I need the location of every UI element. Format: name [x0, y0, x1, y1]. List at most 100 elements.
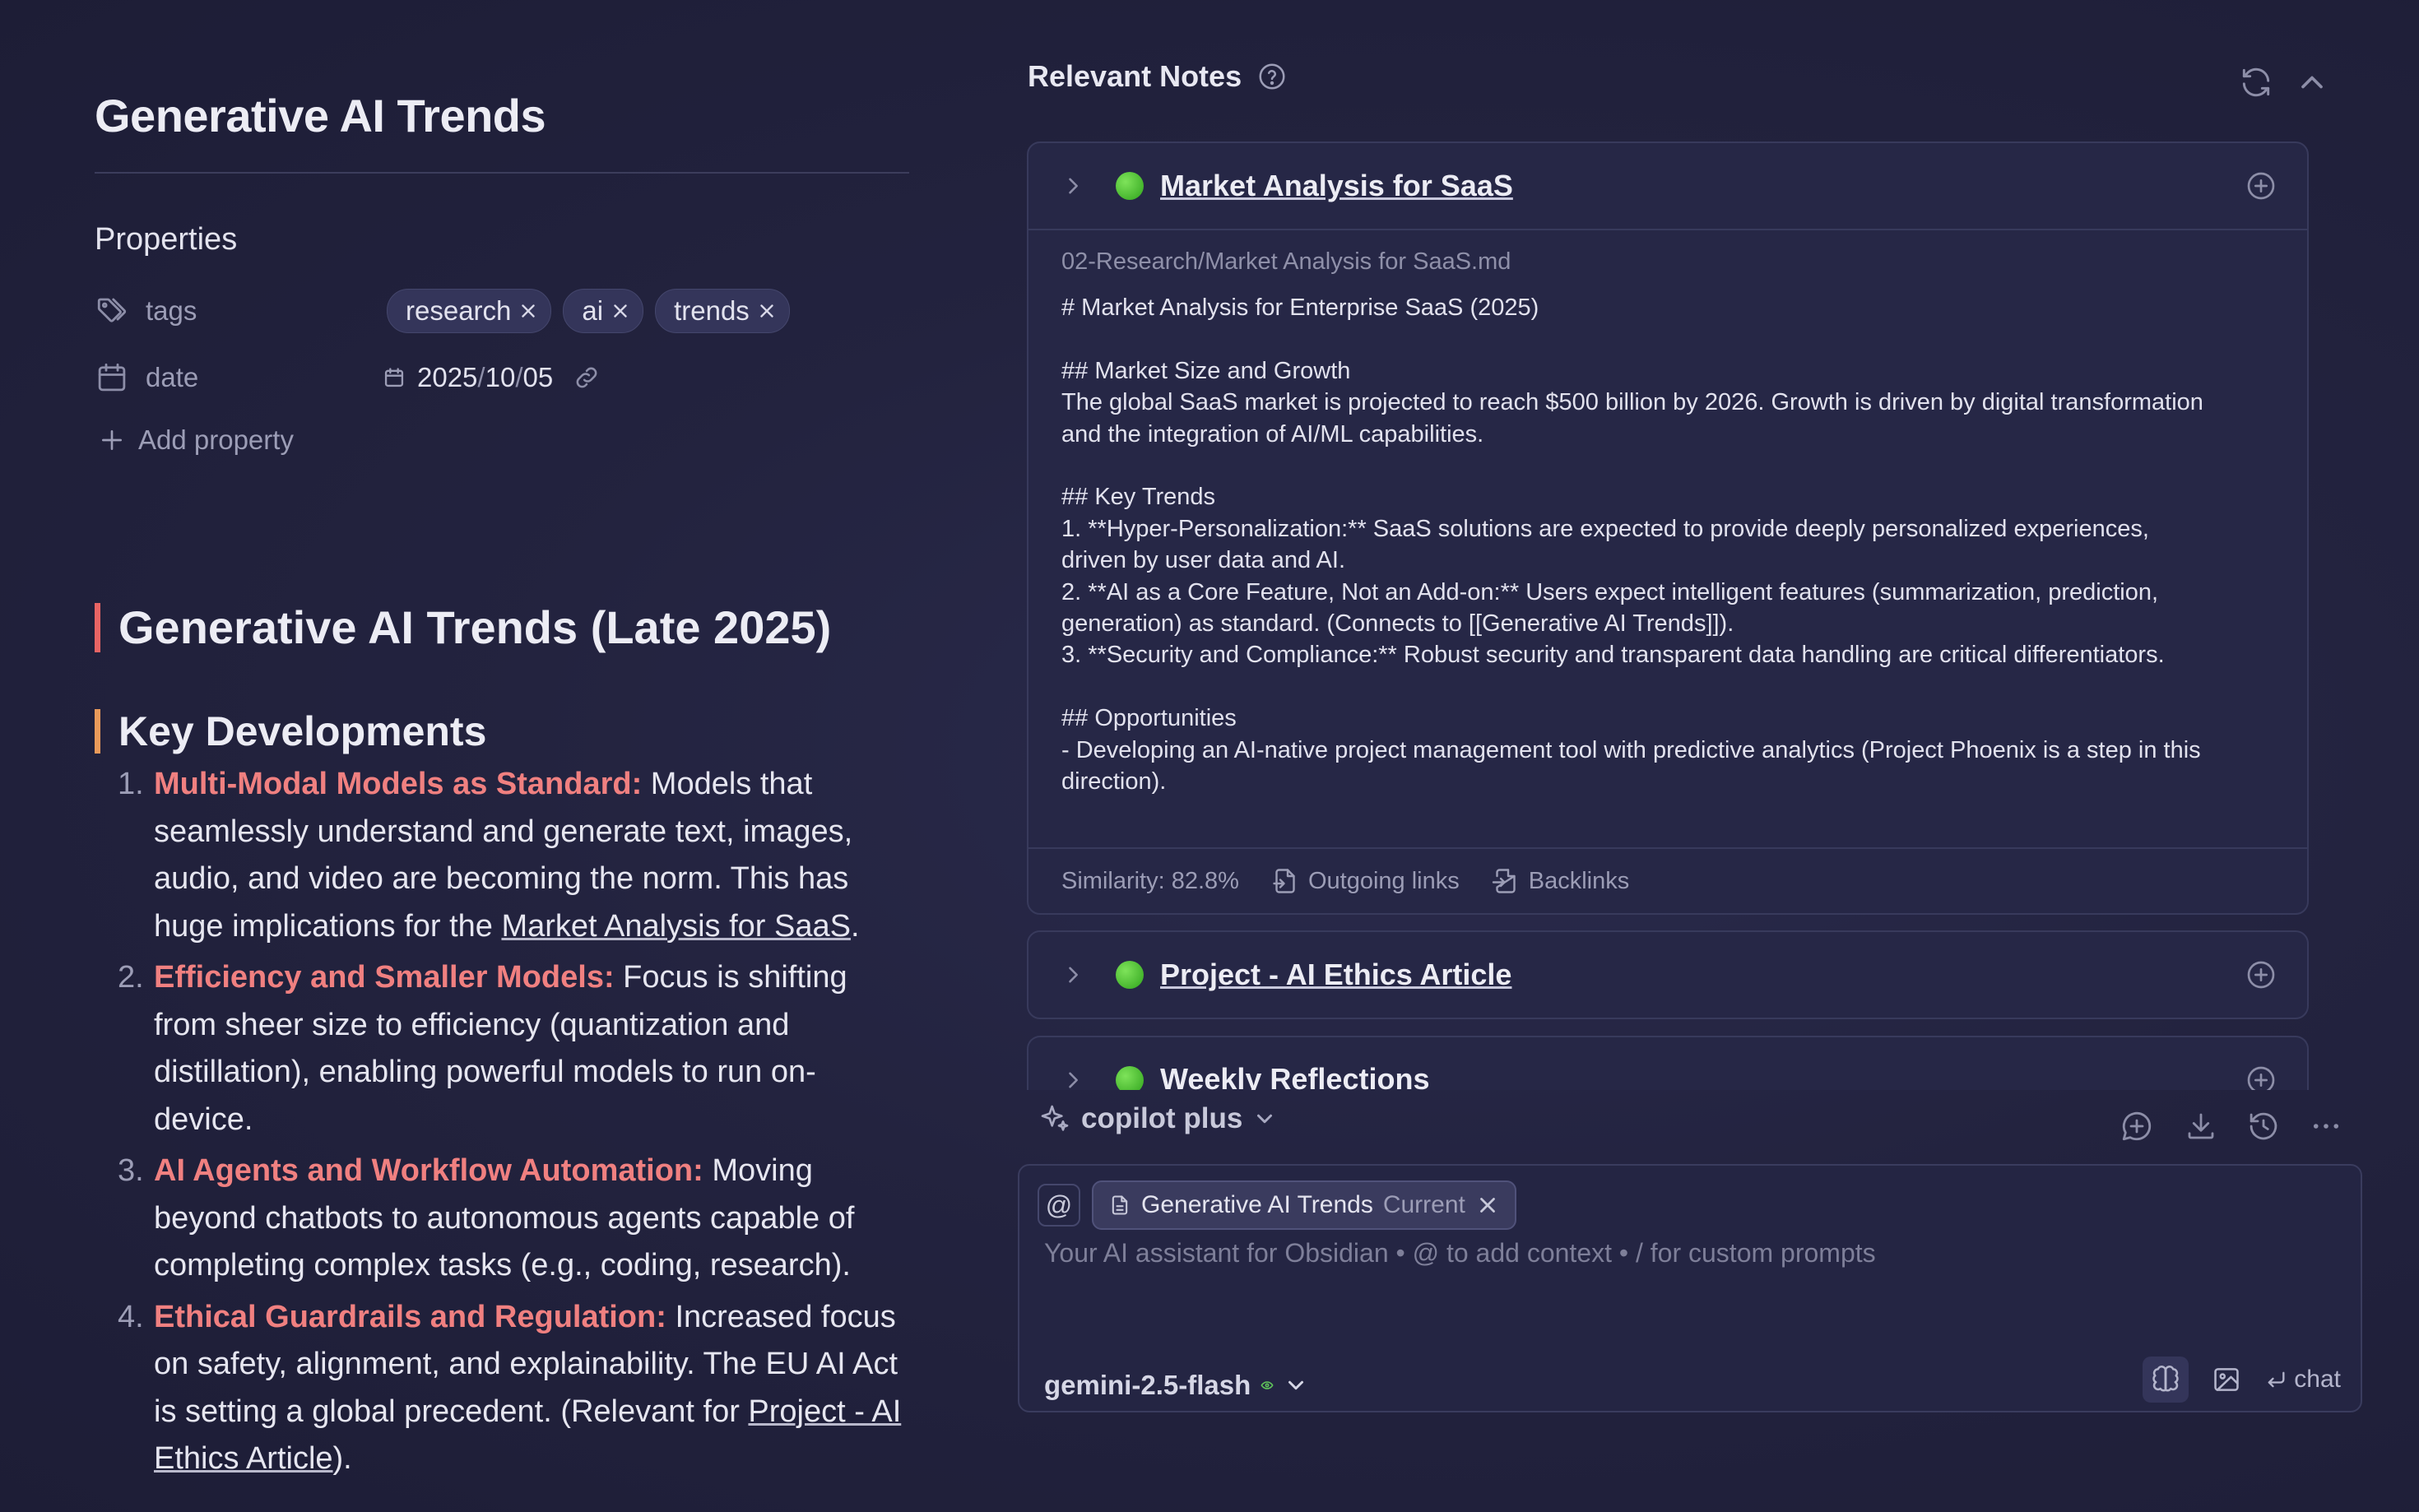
context-chip[interactable]: Generative AI Trends Current — [1092, 1180, 1516, 1230]
note-title[interactable]: Generative AI Trends — [95, 89, 546, 142]
backlinks-button[interactable]: Backlinks — [1491, 866, 1630, 896]
similarity-score: Similarity: 82.8% — [1061, 867, 1239, 894]
history-icon[interactable] — [2246, 1109, 2281, 1143]
properties-heading[interactable]: Properties — [95, 222, 237, 257]
relevant-notes-header: Relevant Notes — [1028, 59, 1288, 94]
outgoing-links-button[interactable]: Outgoing links — [1270, 866, 1460, 896]
list-number: 1. — [118, 767, 144, 801]
list-item[interactable]: 1. Multi-Modal Models as Standard: Model… — [95, 761, 909, 950]
chat-input-placeholder[interactable]: Your AI assistant for Obsidian • @ to ad… — [1044, 1238, 1876, 1269]
date-picker-icon[interactable] — [383, 366, 406, 389]
remove-tag-icon[interactable] — [610, 300, 631, 322]
brain-icon[interactable] — [2143, 1357, 2189, 1403]
collapse-icon[interactable] — [2294, 64, 2330, 100]
list-item-heading: Ethical Guardrails and Regulation: — [154, 1299, 666, 1334]
model-label: gemini-2.5-flash — [1044, 1370, 1251, 1400]
card-title-link[interactable]: Market Analysis for SaaS — [1160, 169, 1513, 203]
remove-tag-icon[interactable] — [756, 300, 778, 322]
chat-tools: chat — [2143, 1357, 2341, 1403]
card-title-link[interactable]: Weekly Reflections — [1160, 1062, 1429, 1090]
download-icon[interactable] — [2184, 1109, 2218, 1143]
send-chat-button[interactable]: chat — [2264, 1366, 2341, 1394]
add-circle-icon[interactable] — [2245, 958, 2277, 991]
tag-label: research — [406, 295, 512, 326]
content-line: 3. **Security and Compliance:** Robust s… — [1061, 642, 2165, 669]
relevant-note-card: Market Analysis for SaaS 02-Research/Mar… — [1027, 141, 2309, 915]
heading-1[interactable]: Generative AI Trends (Late 2025) — [95, 603, 831, 652]
content-line: ## Market Size and Growth — [1061, 357, 1351, 384]
chevron-right-icon[interactable] — [1061, 1069, 1084, 1090]
tags-icon — [95, 294, 129, 328]
add-circle-icon[interactable] — [2245, 1064, 2277, 1090]
property-tags-row: tags research ai trends — [95, 286, 909, 336]
file-export-icon — [1270, 866, 1300, 896]
list-item[interactable]: 4. Ethical Guardrails and Regulation: In… — [95, 1294, 909, 1483]
chevron-down-icon — [1284, 1373, 1308, 1398]
list-number: 2. — [118, 960, 144, 995]
tag-pill[interactable]: ai — [563, 289, 644, 333]
chat-input-area[interactable]: @ Generative AI Trends Current Your AI a… — [1018, 1164, 2362, 1412]
status-dot — [1116, 172, 1144, 200]
content-line: - Developing an AI-native project manage… — [1061, 736, 2201, 763]
list-item[interactable]: 2. Efficiency and Smaller Models: Focus … — [95, 954, 909, 1143]
link-icon[interactable] — [573, 364, 601, 392]
list-item-heading: Multi-Modal Models as Standard: — [154, 767, 643, 801]
chevron-right-icon[interactable] — [1061, 963, 1084, 986]
developments-list: 1. Multi-Modal Models as Standard: Model… — [95, 761, 909, 1487]
tag-pill[interactable]: research — [387, 289, 552, 333]
content-line — [1061, 671, 2274, 703]
property-date-row: date 2025/10/05 — [95, 353, 909, 402]
content-line: generation) as standard. (Connects to [[… — [1061, 610, 1734, 638]
content-line — [1061, 323, 2274, 355]
send-label: chat — [2294, 1366, 2341, 1393]
list-item-tail: ). — [332, 1441, 352, 1476]
model-selector[interactable]: gemini-2.5-flash — [1044, 1370, 1308, 1401]
file-import-icon — [1491, 866, 1521, 896]
add-context-button[interactable]: @ — [1038, 1184, 1080, 1227]
help-icon[interactable] — [1256, 61, 1288, 92]
status-dot — [1116, 961, 1144, 989]
more-options-icon[interactable] — [2309, 1109, 2343, 1143]
content-line: # Market Analysis for Enterprise SaaS (2… — [1061, 295, 1539, 321]
card-header[interactable]: Weekly Reflections — [1028, 1037, 2307, 1090]
card-header[interactable]: Market Analysis for SaaS — [1028, 143, 2307, 229]
add-circle-icon[interactable] — [2245, 169, 2277, 202]
heading-2[interactable]: Key Developments — [95, 709, 486, 754]
date-value[interactable]: 2025/10/05 — [417, 362, 553, 393]
content-line: direction). — [1061, 768, 1167, 795]
list-item-heading: Efficiency and Smaller Models: — [154, 960, 615, 995]
image-icon[interactable] — [2203, 1357, 2250, 1403]
relevant-notes-title: Relevant Notes — [1028, 59, 1242, 93]
property-key-tags[interactable]: tags — [146, 295, 197, 327]
list-item[interactable]: 3. AI Agents and Workflow Automation: Mo… — [95, 1148, 909, 1290]
add-property-button[interactable]: Add property — [99, 424, 294, 456]
copilot-mode-selector[interactable]: copilot plus — [1038, 1102, 1277, 1135]
add-property-label: Add property — [138, 424, 294, 455]
card-header[interactable]: Project - AI Ethics Article — [1028, 932, 2307, 1018]
refresh-icon[interactable] — [2238, 64, 2274, 100]
outgoing-links-label: Outgoing links — [1307, 867, 1460, 894]
content-line: 1. **Hyper-Personalization:** SaaS solut… — [1061, 515, 2149, 542]
property-key-date[interactable]: date — [146, 362, 198, 393]
content-line: 2. **AI as a Core Feature, Not an Add-on… — [1061, 578, 2159, 605]
card-preview: 02-Research/Market Analysis for SaaS.md … — [1028, 229, 2307, 821]
card-title-link[interactable]: Project - AI Ethics Article — [1160, 958, 1511, 992]
context-chip-label: Generative AI Trends — [1141, 1191, 1373, 1218]
context-current-label: Current — [1382, 1191, 1465, 1218]
internal-link[interactable]: Market Analysis for SaaS — [501, 909, 851, 944]
chevron-right-icon[interactable] — [1061, 174, 1084, 197]
new-chat-icon[interactable] — [2120, 1109, 2154, 1143]
remove-tag-icon[interactable] — [518, 300, 539, 322]
content-line: and the integration of AI/ML capabilitie… — [1061, 420, 1484, 448]
relevant-note-card: Project - AI Ethics Article — [1027, 930, 2309, 1019]
backlinks-label: Backlinks — [1528, 867, 1630, 894]
chevron-down-icon — [1252, 1106, 1277, 1131]
content-line: driven by user data and AI. — [1061, 547, 1345, 574]
content-line: The global SaaS market is projected to r… — [1061, 389, 2203, 416]
date-field[interactable]: 2025/10/05 — [383, 362, 601, 393]
list-number: 3. — [118, 1153, 144, 1188]
remove-context-icon[interactable] — [1475, 1193, 1500, 1217]
note-path: 02-Research/Market Analysis for SaaS.md — [1061, 248, 1511, 275]
tag-pill[interactable]: trends — [655, 289, 790, 333]
note-content-preview: # Market Analysis for Enterprise SaaS (2… — [1061, 292, 2274, 797]
